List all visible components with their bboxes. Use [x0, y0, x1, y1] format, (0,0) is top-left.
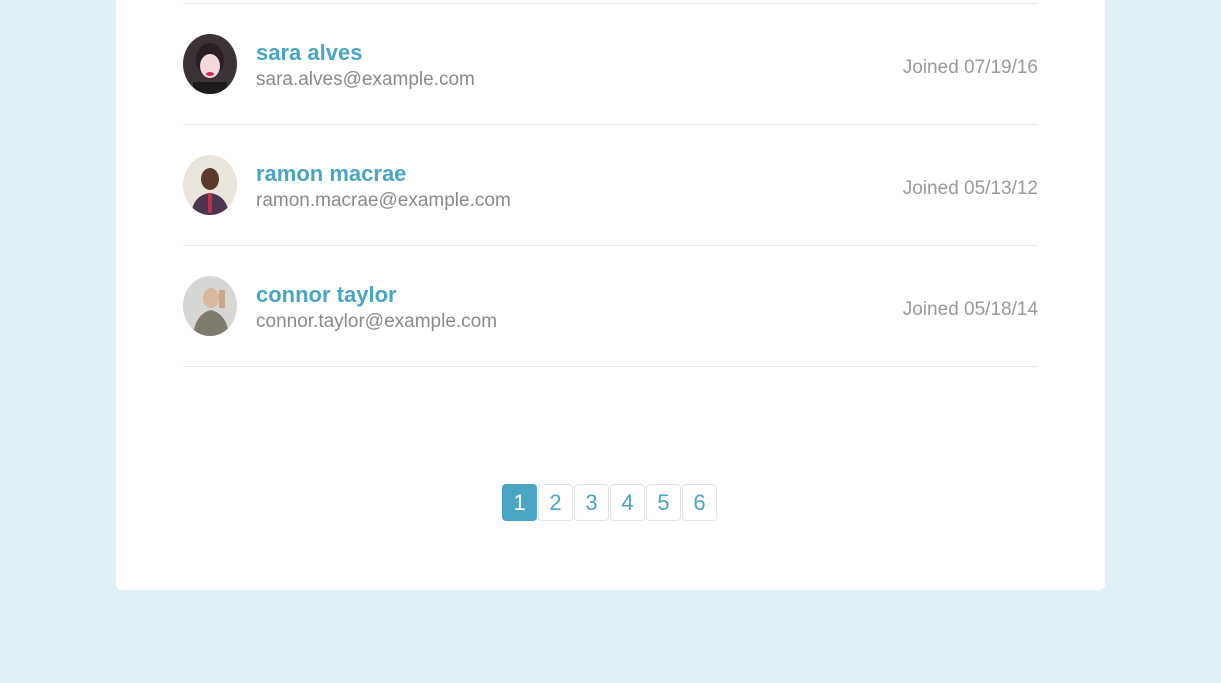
page-2-button[interactable]: 2	[538, 484, 573, 521]
page-5-button[interactable]: 5	[646, 484, 681, 521]
page-1-button[interactable]: 1	[502, 484, 537, 521]
avatar[interactable]	[183, 155, 237, 215]
user-name-link[interactable]: ramon macrae	[256, 161, 406, 187]
page-4-button[interactable]: 4	[610, 484, 645, 521]
join-date: Joined 05/13/12	[902, 178, 1038, 199]
user-email: connor.taylor@example.com	[256, 311, 498, 332]
user-email: ramon.macrae@example.com	[256, 190, 511, 211]
user-name-link[interactable]: connor taylor	[256, 282, 397, 308]
avatar[interactable]	[183, 276, 237, 336]
avatar[interactable]	[183, 34, 237, 94]
list-item: ramon macrae ramon.macrae@example.com Jo…	[183, 125, 1038, 246]
user-name-link[interactable]: sara alves	[256, 40, 362, 66]
pagination: 1 2 3 4 5 6	[502, 484, 717, 521]
user-email: sara.alves@example.com	[256, 69, 475, 90]
user-photo-icon	[183, 276, 237, 336]
list-item: connor taylor connor.taylor@example.com …	[183, 246, 1038, 367]
user-list: sara alves sara.alves@example.com Joined…	[183, 3, 1038, 367]
page-3-button[interactable]: 3	[574, 484, 609, 521]
join-date: Joined 05/18/14	[902, 299, 1038, 320]
page-6-button[interactable]: 6	[682, 484, 717, 521]
user-photo-icon	[183, 155, 237, 215]
user-photo-icon	[183, 34, 237, 94]
join-date: Joined 07/19/16	[902, 57, 1038, 78]
list-item: sara alves sara.alves@example.com Joined…	[183, 4, 1038, 125]
